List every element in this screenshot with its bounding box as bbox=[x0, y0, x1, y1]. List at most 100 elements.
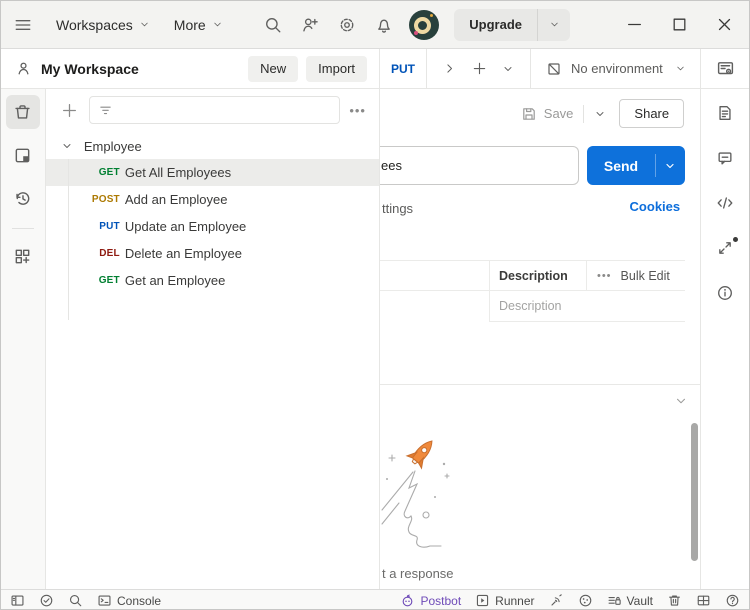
console-icon bbox=[97, 593, 112, 608]
new-button[interactable]: New bbox=[248, 56, 298, 82]
request-item-delete-an-employee[interactable]: DEL Delete an Employee bbox=[46, 240, 379, 267]
value-cell-stub[interactable] bbox=[380, 291, 490, 322]
split-pane-icon[interactable] bbox=[696, 593, 711, 608]
save-floppy-icon bbox=[521, 106, 537, 122]
notifications-bell-icon[interactable] bbox=[375, 16, 393, 34]
settings-tab-partial[interactable]: ttings bbox=[382, 201, 413, 216]
vault-button[interactable]: Vault bbox=[607, 593, 653, 608]
environment-selector[interactable]: No environment bbox=[531, 49, 700, 88]
response-scrollbar[interactable] bbox=[691, 423, 698, 561]
column-options-icon[interactable]: ••• bbox=[597, 270, 612, 282]
collections-tree: Employee GET Get All Employees POST Add … bbox=[46, 131, 379, 589]
upgrade-dropdown-button[interactable] bbox=[538, 9, 570, 41]
response-collapse-chevron-icon[interactable] bbox=[674, 394, 688, 408]
collections-filter-input[interactable] bbox=[89, 96, 340, 124]
settings-gear-icon[interactable] bbox=[338, 16, 356, 34]
tab-options-chevron-icon[interactable] bbox=[502, 63, 514, 75]
add-collection-button[interactable] bbox=[61, 102, 78, 119]
request-item-get-an-employee[interactable]: GET Get an Employee bbox=[46, 267, 379, 294]
find-icon[interactable] bbox=[68, 593, 83, 608]
comments-icon[interactable] bbox=[716, 149, 734, 167]
method-badge: GET bbox=[46, 167, 120, 178]
capture-requests-icon[interactable] bbox=[549, 593, 564, 608]
search-icon[interactable] bbox=[264, 16, 282, 34]
workspace-person-icon bbox=[15, 60, 32, 77]
runner-icon bbox=[475, 593, 490, 608]
response-section-divider bbox=[380, 384, 700, 385]
filter-icon bbox=[98, 103, 113, 118]
request-tab-put[interactable]: PUT bbox=[380, 49, 427, 88]
postbot-icon bbox=[400, 593, 415, 608]
method-badge: POST bbox=[46, 194, 120, 205]
toggle-sidebar-icon[interactable] bbox=[10, 593, 25, 608]
runner-button[interactable]: Runner bbox=[475, 593, 534, 608]
left-sidebar bbox=[1, 89, 46, 589]
workspaces-menu[interactable]: Workspaces bbox=[56, 17, 150, 33]
folder-expand-chevron-icon[interactable] bbox=[61, 140, 73, 152]
notification-dot bbox=[733, 237, 738, 242]
method-badge: GET bbox=[46, 275, 120, 286]
share-button[interactable]: Share bbox=[619, 99, 684, 128]
divider bbox=[583, 105, 584, 123]
title-bar: Workspaces More bbox=[1, 1, 749, 49]
help-icon[interactable] bbox=[725, 593, 740, 608]
save-button[interactable]: Save bbox=[521, 106, 574, 122]
workspace-name[interactable]: My Workspace bbox=[41, 61, 248, 77]
status-check-icon[interactable] bbox=[39, 593, 54, 608]
environment-chevron-icon bbox=[675, 63, 686, 74]
right-sidebar bbox=[701, 89, 749, 589]
sidebar-explore-icon[interactable] bbox=[6, 239, 40, 273]
tree-indent-guide bbox=[68, 159, 69, 320]
sidebar-collections-icon[interactable] bbox=[6, 95, 40, 129]
postbot-button[interactable]: Postbot bbox=[400, 593, 461, 608]
vault-icon bbox=[607, 593, 622, 608]
params-table-header: Description ••• Bulk Edit bbox=[380, 260, 685, 291]
sidebar-environments-icon[interactable] bbox=[6, 138, 40, 172]
collection-folder-employee[interactable]: Employee bbox=[46, 133, 379, 159]
chevron-down-icon bbox=[139, 19, 150, 30]
window-minimize-button[interactable] bbox=[626, 16, 643, 33]
cookies-icon[interactable] bbox=[578, 593, 593, 608]
request-item-add-an-employee[interactable]: POST Add an Employee bbox=[46, 186, 379, 213]
upgrade-button[interactable]: Upgrade bbox=[454, 9, 537, 41]
send-dropdown-chevron-icon[interactable] bbox=[656, 146, 685, 185]
description-cell-placeholder[interactable]: Description bbox=[490, 291, 685, 322]
user-avatar[interactable] bbox=[409, 10, 439, 40]
rocket-illustration bbox=[380, 427, 480, 567]
hamburger-menu-icon[interactable] bbox=[14, 16, 32, 34]
postman-app-window: Workspaces More bbox=[0, 0, 750, 610]
save-dropdown-chevron-icon[interactable] bbox=[594, 108, 606, 120]
params-table-row[interactable]: Description bbox=[380, 291, 685, 322]
console-button[interactable]: Console bbox=[97, 593, 161, 608]
bulk-edit-link[interactable]: Bulk Edit bbox=[621, 269, 670, 283]
invite-user-icon[interactable] bbox=[301, 16, 319, 34]
no-environment-icon bbox=[546, 61, 562, 77]
request-item-get-all-employees[interactable]: GET Get All Employees bbox=[46, 159, 379, 186]
sidebar-history-icon[interactable] bbox=[6, 181, 40, 215]
new-tab-plus-icon[interactable] bbox=[472, 61, 487, 76]
environment-label: No environment bbox=[571, 61, 666, 76]
folder-name: Employee bbox=[84, 139, 142, 154]
trash-icon[interactable] bbox=[667, 593, 682, 608]
pull-request-arrows-icon[interactable] bbox=[716, 239, 734, 257]
code-snippet-icon[interactable] bbox=[716, 194, 734, 212]
window-close-button[interactable] bbox=[716, 16, 733, 33]
collections-panel: ••• Employee GET Get All Employees POST … bbox=[46, 89, 380, 589]
url-input[interactable] bbox=[380, 146, 579, 185]
divider bbox=[12, 228, 34, 229]
method-badge: PUT bbox=[46, 221, 120, 232]
workspace-bar: My Workspace New Import PUT bbox=[1, 49, 749, 89]
scroll-tabs-right-icon[interactable] bbox=[443, 62, 456, 75]
send-button[interactable]: Send bbox=[587, 146, 685, 185]
documentation-icon[interactable] bbox=[716, 104, 734, 122]
info-icon[interactable] bbox=[716, 284, 734, 302]
cookies-link[interactable]: Cookies bbox=[630, 199, 681, 214]
environment-quick-look-icon[interactable] bbox=[716, 59, 735, 78]
description-column-header: Description bbox=[490, 261, 587, 290]
request-item-update-an-employee[interactable]: PUT Update an Employee bbox=[46, 213, 379, 240]
params-table: Description ••• Bulk Edit Description bbox=[380, 260, 685, 322]
window-maximize-button[interactable] bbox=[671, 16, 688, 33]
more-menu[interactable]: More bbox=[174, 17, 223, 33]
import-button[interactable]: Import bbox=[306, 56, 367, 82]
panel-more-options-icon[interactable]: ••• bbox=[349, 103, 366, 118]
